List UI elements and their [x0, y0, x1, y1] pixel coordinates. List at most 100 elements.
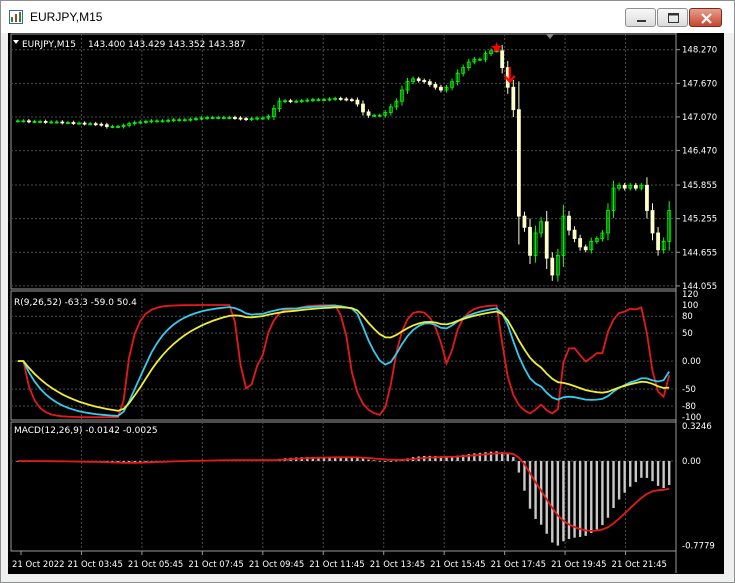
macd-bar	[617, 461, 621, 500]
macd-bar	[662, 461, 665, 489]
collapse-triangle-icon[interactable]	[13, 40, 19, 44]
price-label: 144.655	[682, 248, 717, 258]
window-title: EURJPY,M15	[30, 10, 103, 24]
macd-bar	[367, 459, 370, 462]
indicator-tick-label: -50	[682, 385, 696, 395]
macd-bar	[578, 461, 582, 537]
main-header-symbol: EURJPY,M15	[22, 40, 76, 50]
macd-signal-line	[17, 452, 670, 532]
macd-bar	[651, 461, 654, 482]
macd-bar	[389, 461, 393, 462]
macd-bar	[645, 461, 649, 478]
candle-body	[93, 123, 98, 126]
price-label: 147.070	[682, 113, 717, 123]
maximize-button[interactable]	[657, 8, 688, 27]
time-label: 21 Oct 13:45	[370, 560, 425, 570]
candle-body	[516, 109, 521, 217]
indicator-tick-label: 0.00	[682, 357, 701, 367]
macd-label: MACD(12,26,9) -0.0142 -0.0025	[14, 426, 158, 436]
candle-body	[511, 86, 516, 111]
macd-bar	[512, 457, 515, 462]
time-label: 21 Oct 07:45	[188, 560, 243, 570]
macd-bar	[668, 461, 671, 485]
minimize-button[interactable]	[625, 8, 656, 27]
candle-body	[349, 99, 354, 101]
time-label: 21 Oct 19:45	[551, 560, 606, 570]
time-label: 21 Oct 15:45	[430, 560, 485, 570]
macd-bar	[634, 461, 638, 483]
panel-border-0	[10, 33, 677, 290]
scroll-position-marker-icon	[546, 34, 554, 39]
candle-body	[633, 184, 638, 189]
candle-body	[99, 123, 104, 126]
candle-body	[427, 81, 432, 85]
indicator-tick-label: -80	[682, 402, 696, 412]
close-button[interactable]	[689, 8, 722, 27]
candle-body	[528, 226, 532, 256]
close-icon	[701, 13, 712, 24]
time-label: 21 Oct 03:45	[67, 560, 122, 570]
time-label: 21 Oct 09:45	[249, 560, 304, 570]
time-label: 21 Oct 2022	[12, 560, 65, 570]
candle-body	[567, 215, 571, 231]
candle-body	[27, 120, 31, 123]
candle-body	[361, 103, 365, 113]
candle-body	[104, 124, 109, 127]
macd-bar	[534, 461, 537, 519]
macd-bar	[656, 461, 660, 486]
macd-bar	[506, 454, 509, 462]
macd-bar	[601, 461, 604, 526]
chart-window: EURJPY,M15 21 Oct 2022 21 Oct 03:45 21 Oct…	[0, 0, 735, 583]
candle-body	[500, 50, 505, 69]
candle-body	[544, 221, 549, 259]
candle-body	[583, 246, 588, 251]
candle-body	[572, 229, 577, 239]
candles	[15, 42, 672, 282]
time-label: 21 Oct 05:45	[128, 560, 183, 570]
macd-bar	[590, 461, 593, 533]
macd-bar	[584, 461, 587, 536]
macd-tick-label: 0.00	[682, 457, 701, 467]
chart-canvas[interactable]: 21 Oct 2022 21 Oct 03:45 21 Oct 05:45 21 Oc…	[8, 33, 724, 574]
candle-body	[522, 215, 527, 228]
macd-bar	[551, 461, 554, 543]
macd-bar	[528, 461, 532, 509]
candle-body	[344, 98, 349, 101]
candle-body	[43, 121, 48, 123]
time-label: 21 Oct 17:45	[491, 560, 546, 570]
candle-body	[288, 100, 293, 103]
title-bar[interactable]: EURJPY,M15	[1, 1, 734, 33]
candle-body	[650, 210, 655, 234]
candle-body	[416, 78, 421, 81]
macd-histogram	[16, 451, 671, 546]
time-label: 21 Oct 11:45	[309, 560, 364, 570]
candle-body	[550, 257, 555, 276]
candle-body	[355, 99, 360, 105]
macd-bar	[595, 461, 599, 530]
macd-bar	[640, 461, 643, 478]
macd-bar	[562, 461, 565, 542]
chart-area[interactable]: 21 Oct 2022 21 Oct 03:45 21 Oct 05:45 21 Oc…	[8, 33, 724, 574]
minimize-icon	[637, 20, 646, 22]
panel-labels: EURJPY,M15 143.400 143.429 143.352 143.3…	[13, 34, 554, 436]
candle-body	[338, 98, 343, 100]
macd-tick-label: 0.3246	[682, 422, 712, 432]
candle-body	[233, 117, 237, 119]
macd-bar	[612, 461, 615, 509]
macd-bar	[361, 458, 365, 462]
candle-body	[71, 122, 76, 124]
candle-body	[422, 80, 427, 83]
price-label: 145.255	[682, 215, 717, 225]
indicator-label: R(9,26,52) -63.3 -59.0 50.4	[14, 298, 137, 308]
panel-border-1	[10, 290, 677, 421]
candle-body	[60, 121, 65, 124]
macd-bar	[629, 461, 632, 487]
candle-body	[622, 184, 627, 189]
main-header-ohlc: 143.400 143.429 143.352 143.387	[88, 40, 245, 50]
macd-bar	[606, 461, 610, 518]
candle-body	[433, 84, 438, 88]
maximize-icon	[668, 13, 679, 23]
time-label: 21 Oct 21:45	[612, 560, 667, 570]
indicator-tick-label: 100	[682, 301, 698, 311]
macd-tick-label: -0.7779	[682, 541, 715, 551]
